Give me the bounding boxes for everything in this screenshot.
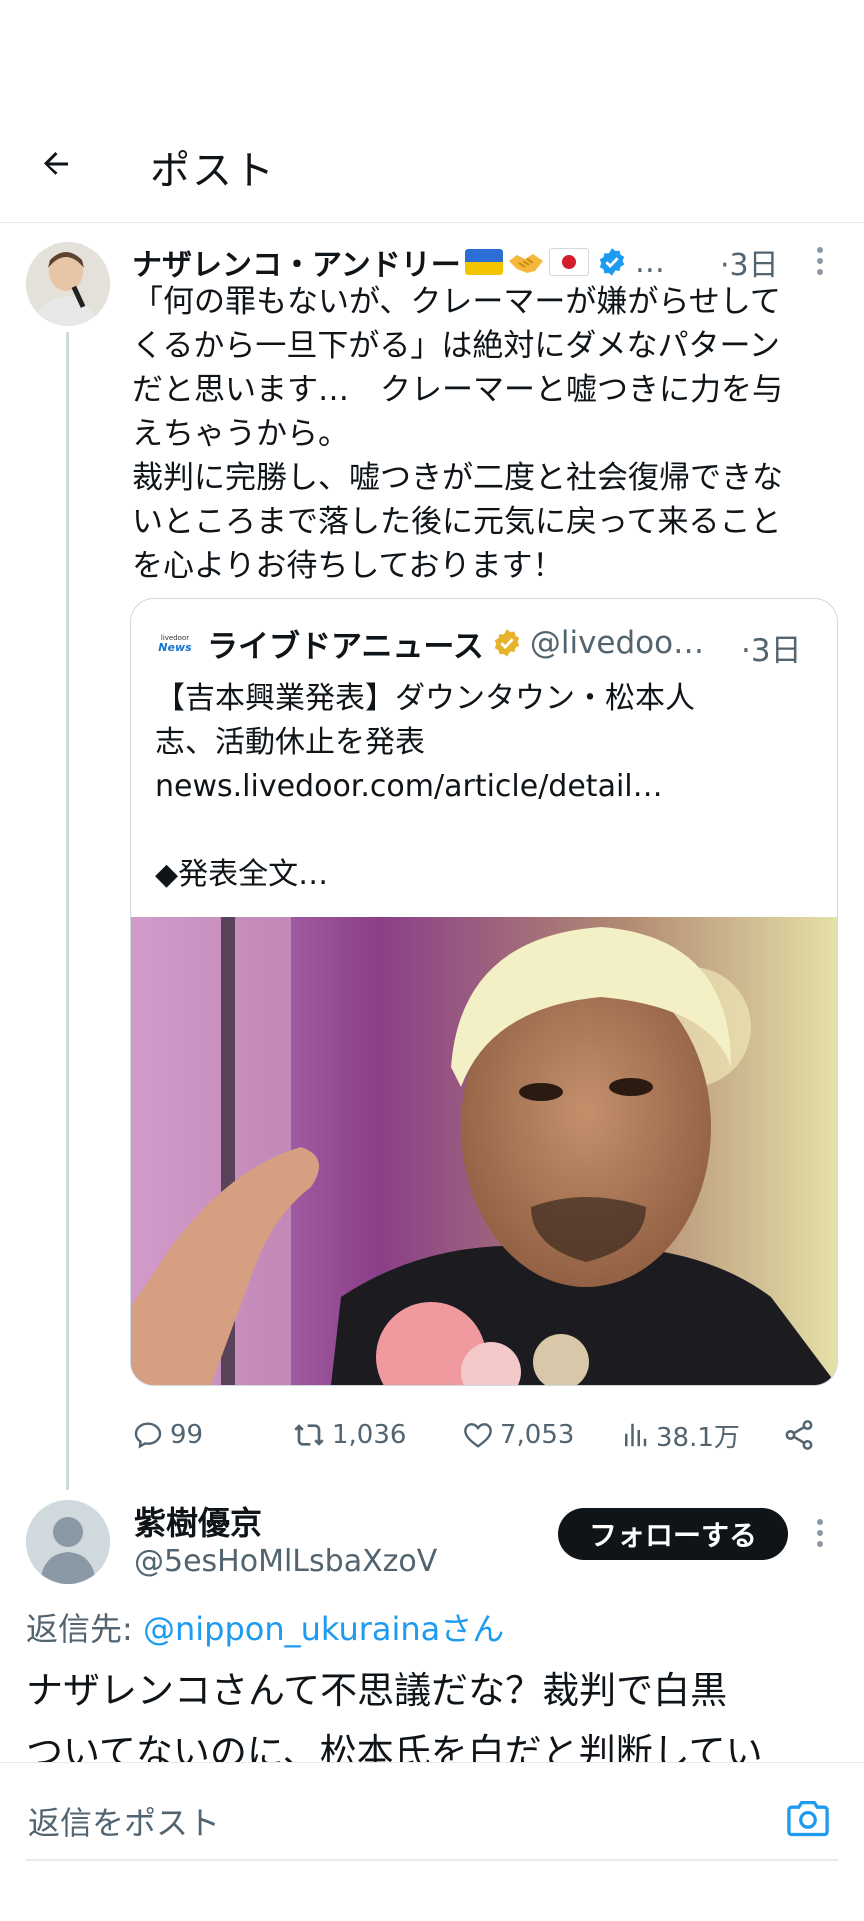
reply-author-handle[interactable]: @5esHoMlLsbaXzoV (134, 1544, 437, 1579)
verified-badge-icon (599, 248, 625, 276)
like-count: 7,053 (500, 1420, 575, 1450)
handshake-icon (508, 254, 543, 273)
views-button[interactable]: 38.1万 (620, 1410, 740, 1460)
reply-author-avatar[interactable] (26, 1500, 110, 1584)
post-author-row[interactable]: ナザレンコ・アンドリー … (132, 240, 665, 284)
more-vertical-icon (817, 1519, 823, 1547)
ukraine-flag-icon (464, 249, 503, 275)
repost-count: 1,036 (332, 1420, 407, 1450)
reply-author-name[interactable]: 紫樹優京 (134, 1498, 262, 1544)
livedoor-news-logo: livedoor News (158, 634, 192, 654)
reply-icon (134, 1422, 162, 1449)
composer-underline (26, 1859, 838, 1861)
bar-chart-icon (625, 1423, 647, 1447)
gold-verified-badge-icon (494, 629, 520, 657)
quoted-author-row: livedoor News ライブドアニュース @livedoo… (155, 619, 704, 667)
back-button[interactable] (28, 136, 84, 192)
repost-button[interactable]: 1,036 (292, 1410, 406, 1460)
quoted-author-handle: @livedoo… (529, 625, 705, 661)
reply-count: 99 (170, 1420, 204, 1450)
share-button[interactable] (782, 1410, 816, 1460)
reply-input[interactable] (26, 1797, 730, 1849)
post-time[interactable]: ·3日 (720, 240, 779, 284)
reply-to-line: 返信先: @nippon_ukurainaさん (26, 1604, 504, 1650)
reply-to-prefix: 返信先: (26, 1610, 143, 1648)
author-avatar[interactable] (26, 242, 110, 326)
reply-button[interactable]: 99 (132, 1410, 203, 1460)
reply-composer (0, 1762, 864, 1921)
camera-icon (787, 1801, 829, 1837)
quoted-author-name: ライブドアニュース (207, 628, 484, 665)
top-bar: ポスト (0, 110, 864, 223)
reply-to-suffix: さん (440, 1610, 505, 1648)
share-icon (785, 1420, 813, 1450)
arrow-left-icon (44, 152, 68, 175)
reply-more-options-button[interactable] (812, 1516, 828, 1554)
repost-icon (294, 1424, 324, 1446)
post-actions-bar: 99 1,036 7,053 38.1万 (132, 1410, 838, 1460)
quoted-post-card[interactable]: livedoor News ライブドアニュース @livedoo… ·3日 【吉… (130, 598, 838, 1386)
heart-icon (464, 1423, 492, 1448)
quoted-post-photo[interactable] (131, 917, 837, 1385)
post-text: 「何の罪もないが、クレーマーが嫌がらせして くるから一旦下がる」は絶対にダメなパ… (132, 284, 783, 584)
japan-flag-icon (548, 248, 589, 276)
view-count: 38.1万 (656, 1422, 740, 1453)
page-title: ポスト (150, 148, 276, 194)
author-name[interactable]: ナザレンコ・アンドリー (132, 240, 461, 284)
quoted-post-text: 【吉本興業発表】ダウンタウン・松本人 志、活動休止を発表 news.livedo… (155, 681, 695, 892)
follow-button[interactable]: フォローする (558, 1508, 788, 1560)
reply-to-handle-link[interactable]: @nippon_ukuraina (143, 1610, 440, 1648)
author-truncation: … (634, 244, 665, 280)
like-button[interactable]: 7,053 (462, 1410, 574, 1460)
camera-button[interactable] (786, 1799, 830, 1843)
more-vertical-icon (817, 247, 823, 275)
quoted-post-time: ·3日 (741, 633, 802, 669)
thread-line (66, 332, 69, 1490)
more-options-button[interactable] (812, 244, 828, 282)
